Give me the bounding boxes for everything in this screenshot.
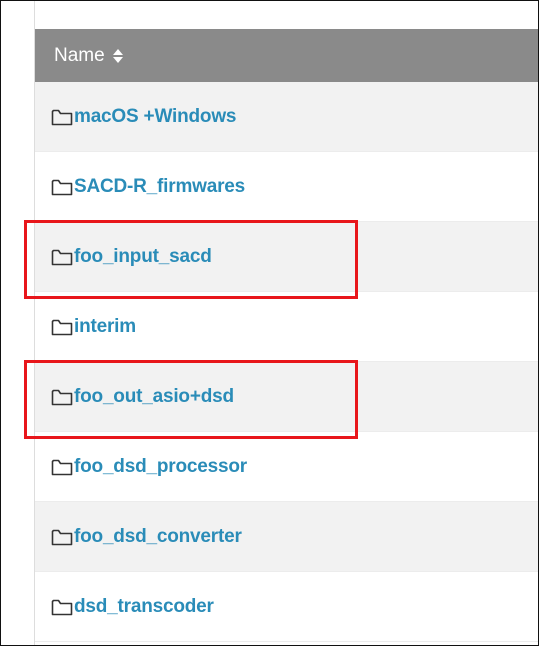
table-row[interactable]: foo_dsd_converter [35, 502, 538, 572]
table-row[interactable]: interim [35, 292, 538, 362]
screenshot-frame: Name macOS +Windows SACD-R_firmwares foo_i… [0, 0, 539, 646]
file-table: Name macOS +Windows SACD-R_firmwares foo_i… [34, 1, 538, 645]
folder-icon [51, 109, 73, 125]
table-row[interactable]: SACD-R_firmwares [35, 152, 538, 222]
folder-icon [51, 319, 73, 335]
table-row[interactable]: dsd_transcoder [35, 572, 538, 642]
folder-link[interactable]: dsd_transcoder [74, 596, 214, 618]
folder-link[interactable]: SACD-R_firmwares [74, 176, 245, 198]
table-row[interactable]: foo_dsd_processor [35, 432, 538, 502]
folder-link[interactable]: foo_dsd_converter [74, 526, 242, 548]
table-row[interactable]: macOS +Windows [35, 82, 538, 152]
highlight-box [24, 220, 358, 299]
folder-icon [51, 529, 73, 545]
table-top-spacer [35, 1, 538, 29]
sort-up-down-icon[interactable] [112, 48, 124, 64]
name-column-header[interactable]: Name [35, 29, 538, 82]
highlight-box [24, 360, 358, 439]
folder-link[interactable]: interim [74, 316, 136, 338]
name-column-label: Name [54, 44, 105, 66]
folder-icon [51, 179, 73, 195]
folder-icon [51, 459, 73, 475]
folder-link[interactable]: macOS +Windows [74, 106, 236, 128]
sort-arrows-svg [112, 48, 123, 63]
folder-icon [51, 599, 73, 615]
folder-link[interactable]: foo_dsd_processor [74, 456, 247, 478]
